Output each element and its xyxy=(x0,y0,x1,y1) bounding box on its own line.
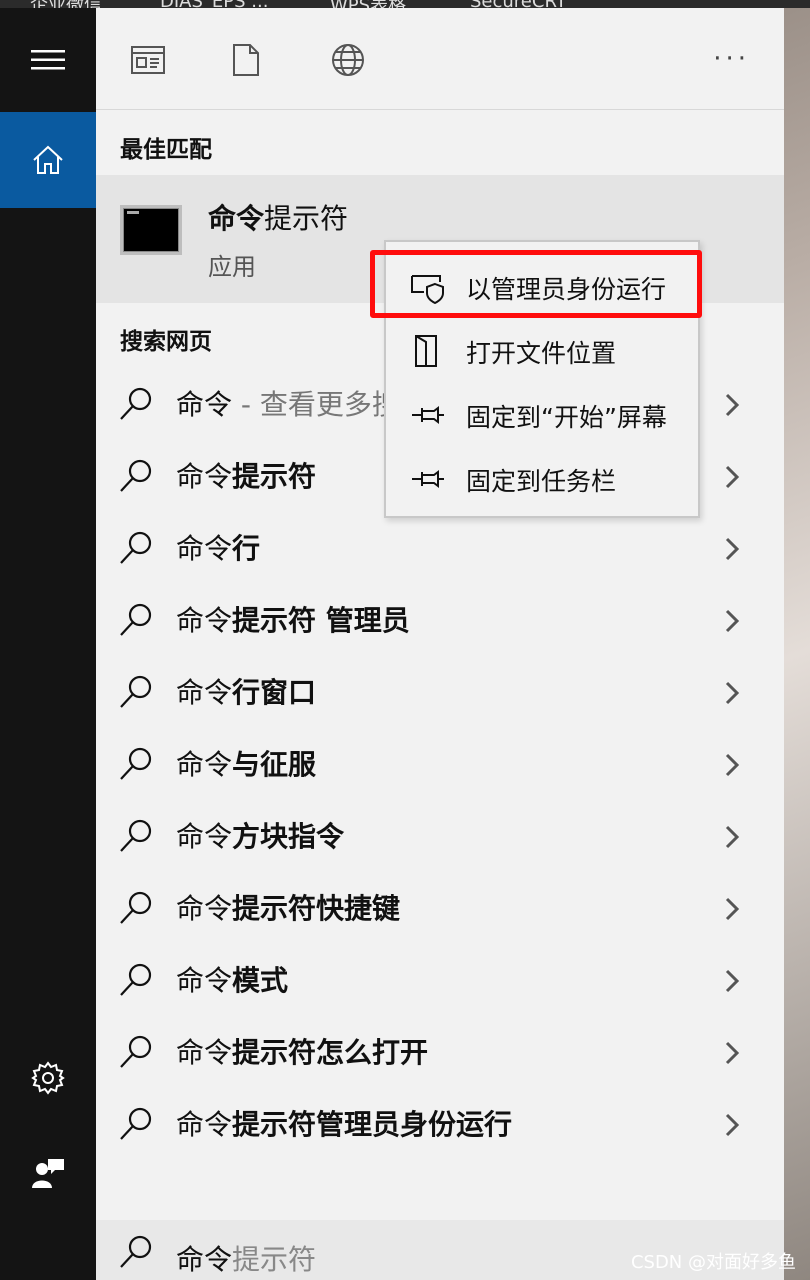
web-suggestion-item[interactable]: 命令提示符 管理员 xyxy=(96,584,784,656)
web-suggestion-item[interactable]: 命令行窗口 xyxy=(96,656,784,728)
web-suggestion-item[interactable]: 命令提示符快捷键 xyxy=(96,872,784,944)
pin-icon xyxy=(412,406,444,424)
taskbar-title[interactable]: 企业微信 xyxy=(30,0,102,8)
suggestion-text: 命令提示符 xyxy=(176,460,317,493)
web-suggestion-item[interactable]: 命令提示符管理员身份运行 xyxy=(96,1088,784,1160)
suggestion-text: 命令提示符怎么打开 xyxy=(176,1036,429,1069)
web-globe-icon xyxy=(332,44,364,76)
chevron-right-icon xyxy=(725,969,740,993)
search-icon xyxy=(120,963,152,996)
watermark: CSDN @对面好多鱼 xyxy=(630,1252,796,1273)
documents-icon xyxy=(131,46,165,74)
web-suggestion-item[interactable]: 命令行 xyxy=(96,512,784,584)
filter-tabs: ··· xyxy=(96,8,784,110)
highlight-box xyxy=(370,250,702,318)
home-icon xyxy=(33,145,63,174)
search-icon xyxy=(120,819,152,852)
suggestion-text: 命令提示符管理员身份运行 xyxy=(176,1108,513,1141)
suggestion-text: 命令模式 xyxy=(176,964,289,997)
web-search-heading: 搜索网页 xyxy=(120,329,212,355)
suggestion-text: 命令行 xyxy=(176,532,261,565)
pin-icon xyxy=(412,470,444,488)
search-icon xyxy=(120,387,152,420)
menu-item-label: 固定到“开始”屏幕 xyxy=(466,403,667,432)
chevron-right-icon xyxy=(725,465,740,489)
best-match-name: 命令提示符 xyxy=(208,202,349,235)
taskbar-title[interactable]: DIAS_EPS ... xyxy=(160,0,268,8)
hamburger-menu-icon xyxy=(31,50,65,70)
web-suggestion-item[interactable]: 命令与征服 xyxy=(96,728,784,800)
suggestion-text: 命令方块指令 xyxy=(176,820,345,853)
menu-item-pin-to-taskbar[interactable]: 固定到任务栏 xyxy=(386,446,698,510)
tab-documents[interactable] xyxy=(124,36,172,84)
chevron-right-icon xyxy=(725,1041,740,1065)
chevron-right-icon xyxy=(725,393,740,417)
settings-button[interactable] xyxy=(0,1038,96,1118)
best-match-type: 应用 xyxy=(208,253,256,281)
search-input[interactable]: 命令提示符 xyxy=(176,1238,316,1278)
menu-item-label: 打开文件位置 xyxy=(466,339,617,368)
search-icon xyxy=(120,891,152,924)
web-suggestion-item[interactable]: 命令模式 xyxy=(96,944,784,1016)
file-icon xyxy=(233,44,259,76)
web-suggestion-item[interactable]: 命令方块指令 xyxy=(96,800,784,872)
home-button[interactable] xyxy=(0,112,96,208)
more-options-button[interactable]: ··· xyxy=(713,44,750,74)
search-icon xyxy=(120,1235,152,1268)
menu-item-open-file-location[interactable]: 打开文件位置 xyxy=(386,318,698,382)
menu-button[interactable] xyxy=(0,8,96,112)
tab-apps[interactable] xyxy=(222,36,270,84)
chevron-right-icon xyxy=(725,753,740,777)
suggestion-text: 命令提示符快捷键 xyxy=(176,892,401,925)
tab-web[interactable] xyxy=(324,36,372,84)
suggestion-text: 命令行窗口 xyxy=(176,676,317,709)
menu-item-label: 固定到任务栏 xyxy=(466,467,617,496)
search-icon xyxy=(120,675,152,708)
chevron-right-icon xyxy=(725,609,740,633)
search-icon xyxy=(120,603,152,636)
search-icon xyxy=(120,531,152,564)
search-results-panel: ··· 最佳匹配 命令提示符 应用 搜索网页 命令 - 查看更多搜 命令提示符 命令… xyxy=(96,8,784,1280)
chevron-right-icon xyxy=(725,825,740,849)
gear-icon xyxy=(31,1061,65,1095)
best-match-heading: 最佳匹配 xyxy=(120,137,212,163)
suggestion-text: 命令提示符 管理员 xyxy=(176,604,410,637)
chevron-right-icon xyxy=(725,1113,740,1137)
suggestion-text: 命令 - 查看更多搜 xyxy=(176,388,400,421)
folder-open-icon xyxy=(415,335,437,367)
web-suggestion-item[interactable]: 命令提示符怎么打开 xyxy=(96,1016,784,1088)
chevron-right-icon xyxy=(725,537,740,561)
feedback-button[interactable] xyxy=(0,1133,96,1213)
command-prompt-app-icon xyxy=(120,205,182,255)
search-icon xyxy=(120,747,152,780)
search-icon xyxy=(120,1107,152,1140)
taskbar-strip: 企业微信 DIAS_EPS ... WPS表格 SecureCRT xyxy=(0,0,810,8)
feedback-icon xyxy=(32,1159,64,1188)
search-icon xyxy=(120,459,152,492)
taskbar-title[interactable]: WPS表格 xyxy=(330,0,406,8)
search-icon xyxy=(120,1035,152,1068)
menu-item-pin-to-start[interactable]: 固定到“开始”屏幕 xyxy=(386,382,698,446)
taskbar-title[interactable]: SecureCRT xyxy=(470,0,567,8)
chevron-right-icon xyxy=(725,897,740,921)
start-rail xyxy=(0,8,96,1280)
suggestion-text: 命令与征服 xyxy=(176,748,317,781)
chevron-right-icon xyxy=(725,681,740,705)
